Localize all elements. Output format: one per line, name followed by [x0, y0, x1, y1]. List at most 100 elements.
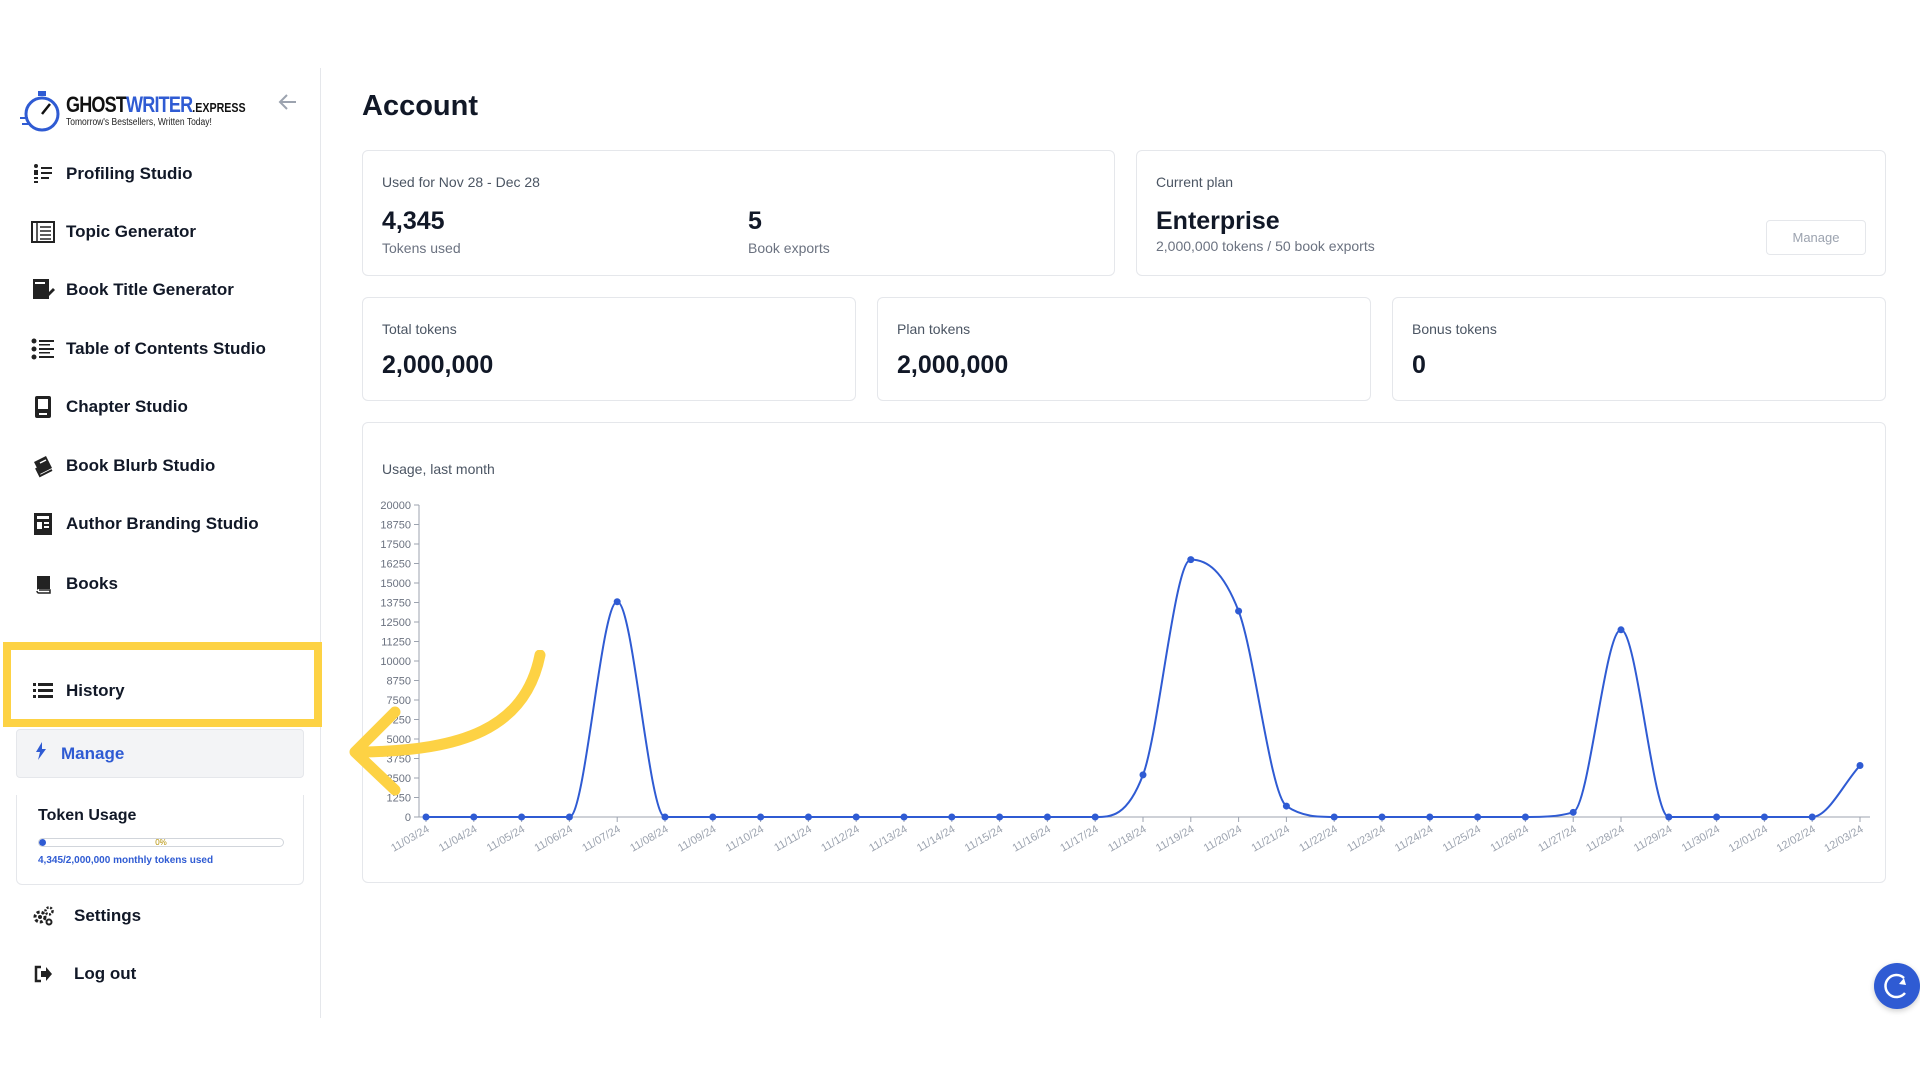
data-point	[661, 813, 669, 821]
token-usage-title: Token Usage	[38, 807, 137, 824]
usage-line-chart: 0 1250 2500 3750 5000 6250 7500 8750 10000 11250 1…	[380, 500, 1870, 855]
x-tick-label: 11/28/24	[1584, 823, 1626, 854]
y-tick-label: 1250	[387, 793, 411, 805]
data-point	[804, 813, 812, 821]
data-point	[518, 813, 526, 821]
data-point	[1426, 813, 1434, 821]
sidebar-item-label: Manage	[61, 743, 125, 763]
sidebar-item-manage[interactable]: Manage	[16, 729, 304, 778]
x-tick-label: 11/10/24	[724, 823, 766, 854]
x-tick-label: 11/12/24	[819, 823, 861, 854]
x-tick-label: 11/09/24	[676, 823, 718, 854]
brand-name: GHOSTWRITER.EXPRESS	[66, 92, 246, 117]
data-point	[1521, 813, 1529, 821]
data-point	[1808, 813, 1816, 821]
sidebar-item-logout[interactable]: Log out	[30, 959, 136, 989]
tokens-used-label: Tokens used	[382, 240, 461, 256]
y-tick-label: 13750	[380, 598, 411, 610]
x-tick-label: 11/18/24	[1106, 823, 1148, 854]
sidebar-item-author-branding-studio[interactable]: Author Branding Studio	[30, 509, 259, 539]
page-title: Account	[362, 90, 478, 122]
x-tick-label: 11/22/24	[1297, 823, 1339, 854]
data-point	[422, 813, 430, 821]
plan-tokens-caption: Plan tokens	[897, 321, 971, 337]
assistant-icon	[1884, 973, 1906, 999]
sidebar-item-label: Book Title Generator	[66, 280, 234, 299]
y-tick-label: 20000	[380, 500, 411, 512]
x-tick-label: 11/17/24	[1058, 823, 1100, 854]
token-usage-card: Token Usage 0% 4,345/2,000,000 monthly t…	[16, 795, 304, 885]
sidebar-item-book-blurb-studio[interactable]: Book Blurb Studio	[30, 451, 215, 481]
collapse-sidebar-arrow-icon[interactable]	[276, 90, 300, 114]
current-plan-caption: Current plan	[1156, 174, 1234, 190]
book-icon	[30, 571, 56, 597]
assistant-fab-button[interactable]	[1874, 963, 1920, 1009]
y-tick-label: 11250	[381, 637, 411, 649]
sidebar-item-book-title-generator[interactable]: Book Title Generator	[30, 275, 234, 305]
book-exports-label: Book exports	[748, 240, 830, 256]
sidebar-item-settings[interactable]: Settings	[30, 901, 141, 931]
data-point	[1091, 813, 1099, 821]
sidebar-item-profiling-studio[interactable]: Profiling Studio	[30, 159, 193, 189]
x-tick-label: 11/05/24	[485, 823, 527, 854]
sidebar-item-topic-generator[interactable]: Topic Generator	[30, 217, 196, 247]
data-point	[1856, 762, 1864, 770]
y-tick-label: 2500	[387, 773, 411, 785]
data-point	[900, 813, 908, 821]
x-tick-label: 11/24/24	[1393, 823, 1435, 854]
list-icon	[30, 678, 56, 704]
sidebar-item-table-of-contents-studio[interactable]: Table of Contents Studio	[30, 334, 266, 364]
x-tick-label: 11/20/24	[1202, 823, 1244, 854]
y-tick-label: 17500	[380, 539, 411, 551]
sidebar-item-label: Log out	[74, 964, 137, 983]
toc-list-icon	[30, 336, 56, 362]
x-tick-label: 11/26/24	[1489, 823, 1531, 854]
total-tokens-value: 2,000,000	[382, 351, 494, 379]
y-tick-label: 18750	[380, 520, 411, 532]
sidebar-item-label: Chapter Studio	[66, 397, 188, 416]
data-point	[1760, 813, 1768, 821]
x-tick-label: 11/03/24	[389, 823, 431, 854]
y-tick-label: 10000	[380, 656, 411, 668]
current-plan-card: Current plan Enterprise 2,000,000 tokens…	[1136, 150, 1886, 276]
token-usage-progress: 0%	[38, 838, 284, 847]
data-point	[1187, 556, 1195, 564]
sidebar-item-label: Settings	[74, 906, 142, 925]
data-point	[1235, 607, 1243, 615]
plan-tokens-value: 2,000,000	[897, 351, 1009, 379]
sidebar-item-label: History	[66, 681, 125, 700]
plan-name: Enterprise	[1156, 207, 1280, 235]
x-tick-label: 11/14/24	[915, 823, 957, 854]
bolt-icon	[35, 742, 47, 765]
usage-chart-card: Usage, last month 0 1250 2500 3750 5000 6250 7…	[362, 422, 1886, 883]
brand-logo[interactable]: GHOSTWRITER.EXPRESS Tomorrow's Bestselle…	[20, 86, 246, 136]
y-tick-label: 0	[405, 812, 411, 824]
sidebar-item-history[interactable]: History	[30, 676, 125, 706]
logout-icon	[30, 961, 56, 987]
y-tick-label: 8750	[387, 676, 411, 688]
usage-series-line	[426, 558, 1861, 818]
x-tick-label: 11/29/24	[1632, 823, 1674, 854]
y-tick-label: 16250	[380, 559, 411, 571]
data-point	[613, 598, 621, 606]
sidebar-item-label: Topic Generator	[66, 222, 197, 241]
book-exports-value: 5	[748, 207, 762, 235]
data-point	[1282, 802, 1290, 810]
x-tick-label: 11/19/24	[1154, 823, 1196, 854]
sidebar-item-label: Books	[66, 574, 118, 593]
data-point	[1139, 771, 1147, 779]
sidebar-item-label: Table of Contents Studio	[66, 339, 266, 358]
manage-plan-button[interactable]: Manage	[1766, 220, 1866, 255]
usage-summary-card: Used for Nov 28 - Dec 28 4,345 Tokens us…	[362, 150, 1115, 276]
x-tick-label: 11/27/24	[1536, 823, 1578, 854]
branding-icon	[30, 511, 56, 537]
sidebar-item-chapter-studio[interactable]: Chapter Studio	[30, 392, 188, 422]
sidebar-item-books[interactable]: Books	[30, 569, 118, 599]
y-tick-label: 5000	[387, 734, 411, 746]
gears-icon	[30, 903, 56, 929]
x-tick-label: 11/11/24	[772, 823, 814, 854]
token-usage-percent: 0%	[155, 838, 167, 847]
topic-list-icon	[30, 219, 56, 245]
x-tick-label: 12/02/24	[1775, 823, 1818, 855]
x-tick-label: 12/01/24	[1727, 823, 1770, 855]
